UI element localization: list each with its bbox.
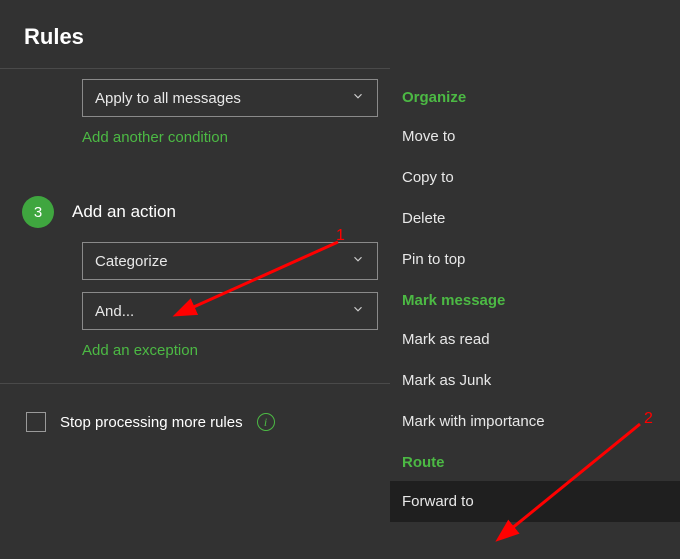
action-select-2-value: And... (95, 303, 134, 320)
menu-item-copy-to[interactable]: Copy to (390, 157, 680, 198)
info-icon[interactable]: i (257, 413, 275, 431)
condition-select-value: Apply to all messages (95, 90, 241, 107)
condition-select[interactable]: Apply to all messages (82, 79, 378, 117)
menu-group-organize: Organize (390, 77, 680, 116)
menu-item-mark-with-importance[interactable]: Mark with importance (390, 401, 680, 442)
chevron-down-icon (351, 89, 365, 107)
step3-title: Add an action (72, 202, 176, 222)
menu-item-move-to[interactable]: Move to (390, 116, 680, 157)
stop-processing-label: Stop processing more rules (60, 414, 243, 431)
action-select-1-value: Categorize (95, 253, 168, 270)
menu-item-mark-as-junk[interactable]: Mark as Junk (390, 360, 680, 401)
chevron-down-icon (351, 302, 365, 320)
add-exception-link[interactable]: Add an exception (82, 342, 198, 359)
rule-form: Apply to all messages Add another condit… (0, 69, 390, 432)
chevron-down-icon (351, 252, 365, 270)
menu-item-delete[interactable]: Delete (390, 198, 680, 239)
action-menu: Organize Move to Copy to Delete Pin to t… (390, 67, 680, 522)
menu-item-forward-to[interactable]: Forward to (390, 481, 680, 522)
action-block: Categorize And... Add an exception (0, 242, 390, 379)
menu-group-route: Route (390, 442, 680, 481)
step3-header: 3 Add an action (0, 196, 390, 228)
panel-title: Rules (0, 0, 680, 68)
stop-processing-row: Stop processing more rules i (0, 412, 390, 432)
menu-item-pin-to-top[interactable]: Pin to top (390, 239, 680, 280)
condition-block: Apply to all messages Add another condit… (0, 79, 390, 166)
action-select-2[interactable]: And... (82, 292, 378, 330)
step-badge-3: 3 (22, 196, 54, 228)
action-select-1[interactable]: Categorize (82, 242, 378, 280)
stop-processing-checkbox[interactable] (26, 412, 46, 432)
divider (0, 383, 390, 384)
menu-group-mark-message: Mark message (390, 280, 680, 319)
add-condition-link[interactable]: Add another condition (82, 129, 228, 146)
menu-item-mark-as-read[interactable]: Mark as read (390, 319, 680, 360)
